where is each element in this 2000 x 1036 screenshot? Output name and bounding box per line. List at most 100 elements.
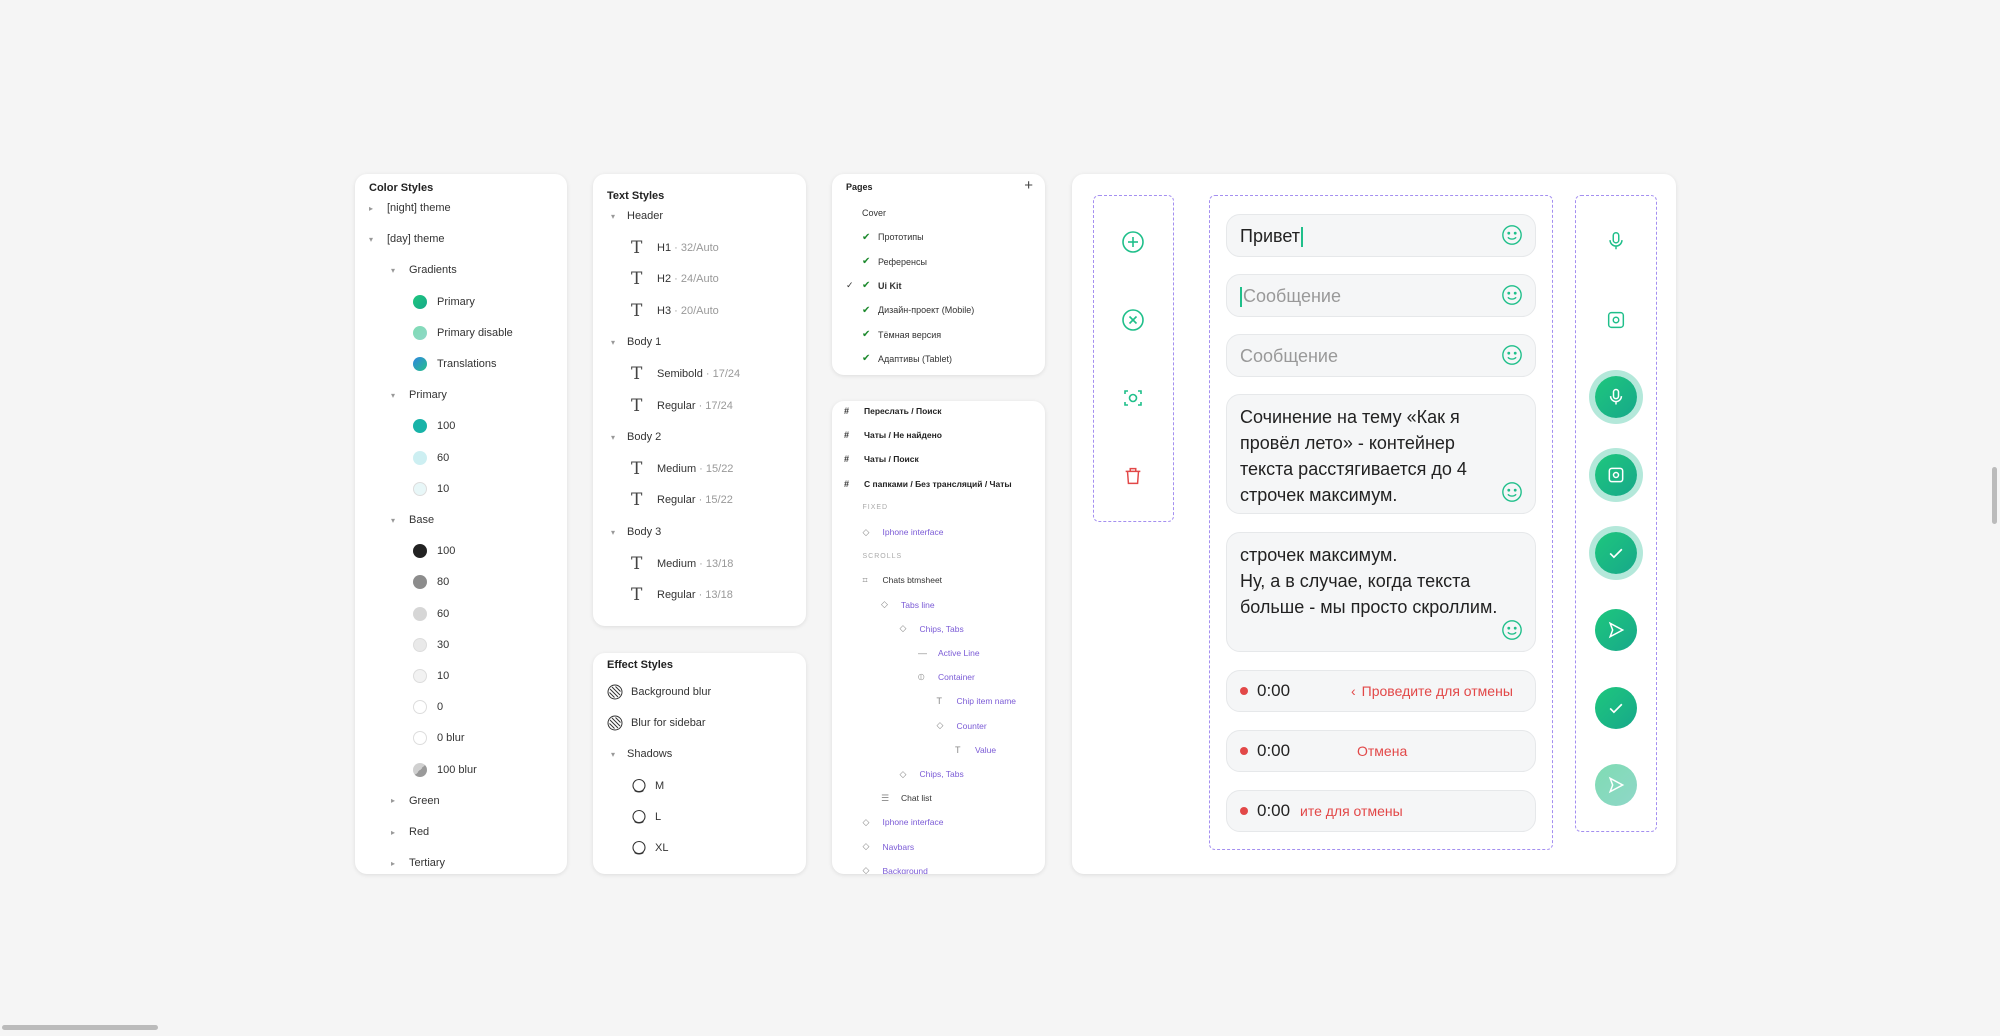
caret-down-icon[interactable]: ▾ bbox=[391, 391, 401, 400]
page-item[interactable]: ✔ Дизайн-проект (Mobile) bbox=[846, 299, 974, 321]
page-item[interactable]: Cover bbox=[846, 202, 886, 224]
add-circle-button[interactable] bbox=[1113, 222, 1153, 262]
color-style-row[interactable]: ▸ Green bbox=[391, 791, 440, 811]
layer-row[interactable]: ☰ Chat list bbox=[881, 787, 932, 809]
color-style-row[interactable]: 100 blur bbox=[413, 760, 477, 780]
color-style-row[interactable]: ▸ Red bbox=[391, 822, 429, 842]
color-style-row[interactable]: 30 bbox=[413, 635, 449, 655]
effect-style-group[interactable]: ▾ Shadows bbox=[611, 744, 672, 764]
layer-row[interactable]: FIXED bbox=[863, 497, 889, 519]
message-input-scrolling[interactable]: строчек максимум. Ну, а в случае, когда … bbox=[1226, 532, 1536, 652]
color-style-row[interactable]: 10 bbox=[413, 479, 449, 499]
close-circle-button[interactable] bbox=[1113, 300, 1153, 340]
video-note-button[interactable] bbox=[1596, 300, 1636, 340]
emoji-icon[interactable] bbox=[1501, 481, 1523, 503]
text-style-row[interactable]: T Semibold · 17/24 bbox=[631, 364, 740, 384]
confirm-active-button[interactable] bbox=[1595, 532, 1637, 574]
page-item[interactable]: ✓ ✔ Ui Kit bbox=[846, 275, 902, 297]
caret-down-icon[interactable]: ▾ bbox=[611, 338, 621, 347]
voice-recording-sliding-bar[interactable]: 0:00 ите для отмены bbox=[1226, 790, 1536, 832]
color-style-row[interactable]: ▾ Gradients bbox=[391, 260, 457, 280]
text-style-group[interactable]: ▾ Body 2 bbox=[611, 427, 661, 447]
switch-camera-button[interactable] bbox=[1113, 378, 1153, 418]
send-button[interactable] bbox=[1595, 609, 1637, 651]
mic-button[interactable] bbox=[1596, 221, 1636, 261]
color-style-row[interactable]: 80 bbox=[413, 572, 449, 592]
color-style-row[interactable]: ▾ Primary bbox=[391, 385, 447, 405]
color-style-row[interactable]: Primary bbox=[413, 292, 475, 312]
caret-right-icon[interactable]: ▸ bbox=[391, 796, 401, 805]
color-style-row[interactable]: Translations bbox=[413, 354, 497, 374]
voice-recording-cancel-bar[interactable]: 0:00 Отмена bbox=[1226, 730, 1536, 772]
cancel-button[interactable]: Отмена bbox=[1357, 743, 1407, 759]
text-style-row[interactable]: T H2 · 24/Auto bbox=[631, 269, 719, 289]
caret-down-icon[interactable]: ▾ bbox=[369, 235, 379, 244]
add-page-button[interactable]: + bbox=[1024, 177, 1033, 194]
layer-row[interactable]: SCROLLS bbox=[863, 545, 903, 567]
emoji-icon[interactable] bbox=[1501, 619, 1523, 641]
caret-down-icon[interactable]: ▾ bbox=[391, 266, 401, 275]
layer-row[interactable]: ◇ Navbars bbox=[863, 836, 915, 858]
layer-row[interactable]: ◇ Chips, Tabs bbox=[900, 763, 964, 785]
text-style-group[interactable]: ▾ Header bbox=[611, 206, 663, 226]
confirm-button[interactable] bbox=[1595, 687, 1637, 729]
text-style-row[interactable]: T H3 · 20/Auto bbox=[631, 301, 719, 321]
color-style-row[interactable]: 100 bbox=[413, 416, 455, 436]
color-style-row[interactable]: 0 bbox=[413, 697, 443, 717]
color-style-row[interactable]: ▸ [night] theme bbox=[369, 198, 451, 218]
emoji-icon[interactable] bbox=[1501, 284, 1523, 306]
text-style-row[interactable]: T Regular · 15/22 bbox=[631, 490, 733, 510]
layer-row[interactable]: ⌗ Chats btmsheet bbox=[863, 569, 943, 591]
voice-recording-bar[interactable]: 0:00 ‹ Проведите для отмены bbox=[1226, 670, 1536, 712]
video-note-active-button[interactable] bbox=[1595, 454, 1637, 496]
text-style-row[interactable]: T Medium · 13/18 bbox=[631, 554, 733, 574]
layer-row[interactable]: # Чаты / Поиск bbox=[844, 448, 919, 470]
text-style-group[interactable]: ▾ Body 1 bbox=[611, 332, 661, 352]
vertical-scrollbar[interactable] bbox=[1992, 467, 1997, 524]
text-style-row[interactable]: T H1 · 32/Auto bbox=[631, 238, 719, 258]
caret-down-icon[interactable]: ▾ bbox=[611, 212, 621, 221]
layer-row[interactable]: ◇ Iphone interface bbox=[863, 811, 944, 833]
caret-down-icon[interactable]: ▾ bbox=[611, 528, 621, 537]
color-style-row[interactable]: ▾ Base bbox=[391, 510, 434, 530]
layer-row[interactable]: T Value bbox=[955, 739, 996, 761]
page-item[interactable]: ✔ Референсы bbox=[846, 251, 927, 273]
layer-row[interactable]: ◇ Tabs line bbox=[881, 594, 935, 616]
layer-row[interactable]: ◇ Iphone interface bbox=[863, 521, 944, 543]
text-style-row[interactable]: T Regular · 13/18 bbox=[631, 585, 733, 605]
message-input-empty[interactable]: Сообщение bbox=[1226, 334, 1536, 377]
text-style-row[interactable]: T Medium · 15/22 bbox=[631, 459, 733, 479]
layer-row[interactable]: ◇ Counter bbox=[937, 715, 987, 737]
color-style-row[interactable]: ▾ [day] theme bbox=[369, 229, 444, 249]
layer-row[interactable]: # С папками / Без трансляций / Чаты bbox=[844, 473, 1012, 495]
message-input-multiline[interactable]: Сочинение на тему «Как я провёл лето» - … bbox=[1226, 394, 1536, 514]
layer-row[interactable]: ⦶ Container bbox=[918, 666, 975, 688]
effect-style-row[interactable]: Background blur bbox=[607, 682, 711, 702]
effect-style-row[interactable]: L bbox=[631, 807, 661, 827]
color-style-row[interactable]: 0 blur bbox=[413, 728, 465, 748]
horizontal-scrollbar[interactable] bbox=[2, 1025, 158, 1030]
delete-button[interactable] bbox=[1113, 456, 1153, 496]
emoji-icon[interactable] bbox=[1501, 224, 1523, 246]
layer-row[interactable]: # Переслать / Поиск bbox=[844, 401, 941, 422]
text-style-row[interactable]: T Regular · 17/24 bbox=[631, 396, 733, 416]
swipe-cancel-hint[interactable]: ‹ Проведите для отмены bbox=[1351, 683, 1513, 699]
color-style-row[interactable]: 10 bbox=[413, 666, 449, 686]
caret-right-icon[interactable]: ▸ bbox=[369, 204, 379, 213]
effect-style-row[interactable]: Blur for sidebar bbox=[607, 713, 706, 733]
message-input-filled[interactable]: Привет bbox=[1226, 214, 1536, 257]
caret-down-icon[interactable]: ▾ bbox=[391, 516, 401, 525]
emoji-icon[interactable] bbox=[1501, 344, 1523, 366]
color-style-row[interactable]: 100 bbox=[413, 541, 455, 561]
caret-right-icon[interactable]: ▸ bbox=[391, 828, 401, 837]
text-style-group[interactable]: ▾ Body 3 bbox=[611, 522, 661, 542]
page-item[interactable]: ✔ Адаптивы (Tablet) bbox=[846, 348, 952, 370]
layer-row[interactable]: T Chip item name bbox=[937, 690, 1017, 712]
layer-row[interactable]: # Чаты / Не найдено bbox=[844, 424, 942, 446]
color-style-row[interactable]: Primary disable bbox=[413, 323, 513, 343]
message-input-focused[interactable]: Сообщение bbox=[1226, 274, 1536, 317]
layer-row[interactable]: — Active Line bbox=[918, 642, 980, 664]
mic-active-button[interactable] bbox=[1595, 376, 1637, 418]
effect-style-row[interactable]: M bbox=[631, 776, 664, 796]
layer-row[interactable]: ◇ Background bbox=[863, 860, 928, 874]
